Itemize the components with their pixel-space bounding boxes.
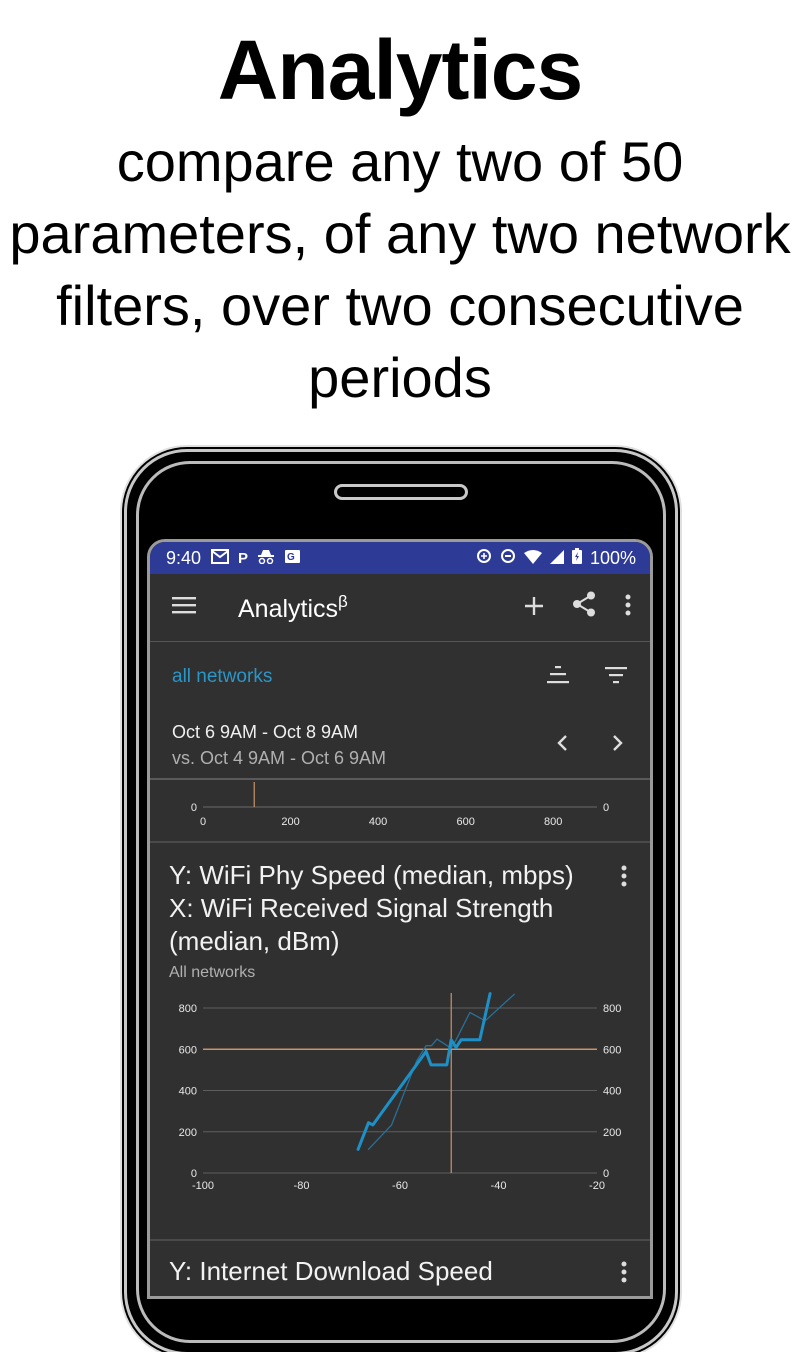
y-tick-label-left: 800 <box>179 1003 197 1015</box>
chart-card: Y: WiFi Phy Speed (median, mbps) X: WiFi… <box>150 843 650 1241</box>
wifi-icon <box>523 548 542 569</box>
chart-card-partial: 0 200 400 600 800 0 0 <box>150 780 650 843</box>
gmail-icon <box>211 548 230 568</box>
y-tick-label-left: 400 <box>179 1086 197 1098</box>
chart-x-axis-title: X: WiFi Received Signal Strength <box>169 893 554 923</box>
more-vert-icon[interactable] <box>620 1261 628 1288</box>
page-title-text: Analytics <box>238 594 339 623</box>
y-tick-label-right: 200 <box>603 1127 621 1139</box>
promo-subheadline: compare any two of 50 parameters, of any… <box>0 126 800 414</box>
x-tick-label: -40 <box>491 1180 507 1192</box>
chart-card-next: Y: Internet Download Speed <box>150 1241 650 1296</box>
phone-speaker <box>334 484 468 500</box>
hamburger-menu-icon[interactable] <box>172 596 196 619</box>
cellular-signal-icon <box>549 548 564 569</box>
chart-card-subtitle: All networks <box>169 964 256 981</box>
subheadline-line: filters, over two consecutive <box>56 274 744 337</box>
subheadline-line: compare any two of 50 <box>116 130 684 193</box>
x-tick-label: -100 <box>192 1180 214 1192</box>
x-tick-label: 0 <box>200 816 206 828</box>
series-line-current <box>356 992 492 1151</box>
x-tick-label: -20 <box>589 1180 605 1192</box>
y-tick-label-left: 0 <box>191 802 197 814</box>
chart-card-title: Y: WiFi Phy Speed (median, mbps) X: WiFi… <box>150 843 650 958</box>
y-tick-label-left: 0 <box>191 1168 197 1180</box>
y-tick-label-right: 400 <box>603 1086 621 1098</box>
scatter-line-chart[interactable]: 0 200 400 600 800 0 200 400 600 800 -100 -80 -60 -40 -… <box>150 988 650 1228</box>
y-tick-label-right: 0 <box>603 1168 609 1180</box>
translate-icon: G <box>284 549 301 568</box>
y-tick-label-left: 600 <box>179 1044 197 1056</box>
data-saver-icon <box>476 548 492 569</box>
comparison-period[interactable]: vs. Oct 4 9AM - Oct 6 9AM <box>172 745 386 771</box>
chart-y-axis-title: Y: WiFi Phy Speed (median, mbps) <box>169 860 574 890</box>
x-tick-label: 600 <box>456 816 474 828</box>
more-vert-icon[interactable] <box>624 592 632 623</box>
x-tick-label: 400 <box>369 816 387 828</box>
x-tick-label: 800 <box>544 816 562 828</box>
battery-charging-icon <box>571 547 582 569</box>
current-period[interactable]: Oct 6 9AM - Oct 8 9AM <box>172 719 386 745</box>
chart-card-title: Y: Internet Download Speed <box>169 1256 493 1286</box>
parking-icon: P <box>238 549 249 567</box>
filter-icon[interactable] <box>604 665 628 690</box>
battery-percentage: 100% <box>589 547 636 568</box>
chevron-right-icon[interactable] <box>612 731 624 759</box>
y-tick-label-left: 200 <box>179 1127 197 1139</box>
beta-badge: β <box>338 591 348 611</box>
do-not-disturb-icon <box>500 548 516 569</box>
status-time: 9:40 <box>166 547 202 568</box>
phone-screen: 9:40 P G 100% Analyticsβ all networks Oc… <box>147 539 653 1299</box>
promo-headline: Analytics <box>217 23 584 117</box>
svg-text:G: G <box>287 552 295 563</box>
status-bar: 9:40 P G 100% <box>150 542 650 574</box>
chart-x-axis-title-cont: (median, dBm) <box>169 926 340 956</box>
chart-strip: 0 200 400 600 8000 0 <box>191 782 609 828</box>
y-tick-label-right: 800 <box>603 1003 621 1015</box>
subheadline-line: parameters, of any two network <box>9 202 791 265</box>
x-tick-label: 200 <box>281 816 299 828</box>
network-filter-link[interactable]: all networks <box>172 666 272 688</box>
subheadline-line: periods <box>308 346 492 409</box>
add-icon[interactable] <box>524 592 544 623</box>
network-filter-row: all networks <box>150 642 650 712</box>
aggregation-icon[interactable] <box>546 665 570 690</box>
period-selector: Oct 6 9AM - Oct 8 9AM vs. Oct 4 9AM - Oc… <box>150 712 650 780</box>
incognito-icon <box>257 549 275 568</box>
more-vert-icon[interactable] <box>620 865 628 892</box>
page-title: Analyticsβ <box>238 592 348 624</box>
app-toolbar: Analyticsβ <box>150 574 650 642</box>
series-line-comparison <box>367 993 515 1150</box>
y-tick-label-right: 0 <box>603 802 609 814</box>
x-tick-label: -60 <box>392 1180 408 1192</box>
share-icon[interactable] <box>572 591 596 624</box>
x-tick-label: -80 <box>294 1180 310 1192</box>
y-tick-label-right: 600 <box>603 1044 621 1056</box>
chevron-left-icon[interactable] <box>556 731 568 759</box>
